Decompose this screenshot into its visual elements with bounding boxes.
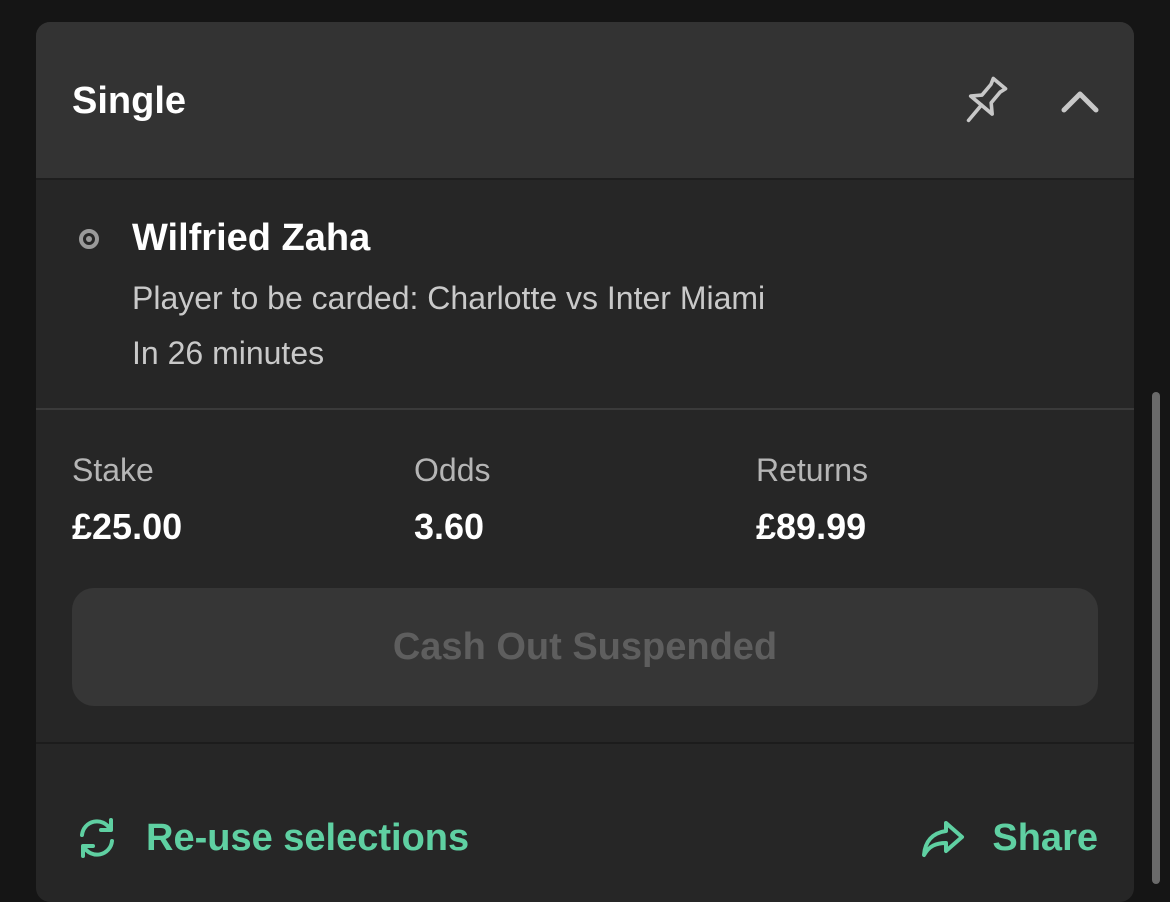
share-button[interactable]: Share <box>920 814 1098 862</box>
reuse-selections-label: Re-use selections <box>146 817 470 859</box>
radio-dot-icon <box>79 229 99 249</box>
stake-value: £25.00 <box>72 506 183 547</box>
odds-block: Odds 3.60 <box>414 450 490 548</box>
scrollbar[interactable] <box>1152 392 1160 884</box>
bet-actions: Re-use selections Share <box>36 744 1134 902</box>
bet-stats: Stake £25.00 Odds 3.60 Returns £89.99 Ca… <box>36 410 1134 744</box>
stake-label: Stake <box>72 452 154 488</box>
share-arrow-icon <box>922 821 965 857</box>
odds-label: Odds <box>414 452 491 488</box>
pin-icon[interactable] <box>954 72 1014 132</box>
bet-card-header[interactable]: Single <box>36 22 1134 180</box>
bet-type-title: Single <box>72 80 187 122</box>
returns-label: Returns <box>756 452 869 488</box>
stake-block: Stake £25.00 <box>72 450 182 548</box>
chevron-up-icon[interactable] <box>1058 82 1102 122</box>
cashout-button[interactable]: Cash Out Suspended <box>72 588 1098 706</box>
selection-market: Player to be carded: Charlotte vs Inter … <box>132 280 766 316</box>
selection-name: Wilfried Zaha <box>132 217 371 259</box>
share-label: Share <box>992 817 1098 859</box>
odds-value: 3.60 <box>414 506 485 547</box>
returns-block: Returns £89.99 <box>756 450 868 548</box>
reuse-selections-button[interactable]: Re-use selections <box>74 814 469 862</box>
selection-row: Wilfried Zaha Player to be carded: Charl… <box>36 180 1134 410</box>
returns-value: £89.99 <box>756 506 867 547</box>
refresh-icon <box>80 818 114 858</box>
bet-card: Single Wilfried Zaha Player to be carded… <box>36 22 1134 902</box>
selection-start-time: In 26 minutes <box>132 335 325 371</box>
